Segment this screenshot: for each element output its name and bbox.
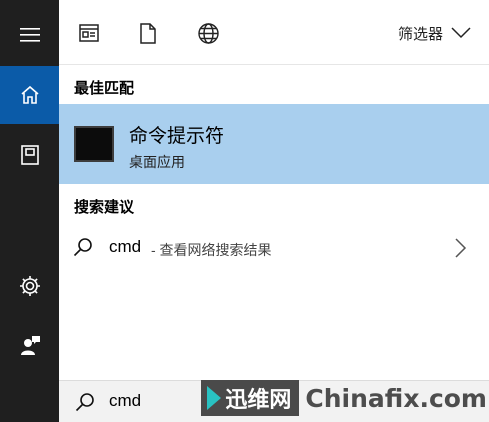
left-rail [0, 0, 59, 422]
apps-scope-button[interactable] [76, 20, 102, 46]
web-globe-icon [197, 22, 219, 44]
watermark-site: Chinafix.com [305, 383, 487, 413]
notebook-icon [20, 145, 39, 165]
apps-icon [79, 24, 99, 42]
best-match-heading: 最佳匹配 [74, 80, 135, 97]
feedback-button[interactable] [0, 316, 59, 374]
suggestion-hint: - 查看网络搜索结果 [151, 242, 272, 258]
gear-icon [19, 276, 40, 296]
documents-scope-button[interactable] [135, 20, 161, 46]
search-icon [73, 238, 92, 257]
best-match-result[interactable]: 命令提示符 桌面应用 [59, 104, 489, 184]
suggestion-term: cmd [109, 237, 142, 256]
watermark: 迅维网 Chinafix.com [201, 378, 487, 418]
suggestions-heading: 搜索建议 [74, 199, 135, 216]
best-match-title: 命令提示符 [129, 126, 225, 147]
watermark-arrow-icon [207, 386, 222, 410]
filter-dropdown[interactable]: 筛选器 [398, 20, 471, 46]
watermark-brand: 迅维网 [225, 388, 292, 413]
document-icon [140, 22, 156, 44]
command-prompt-icon [74, 126, 114, 162]
scope-toolbar: 筛选器 [59, 0, 489, 65]
watermark-badge: 迅维网 [201, 380, 300, 416]
notebook-button[interactable] [0, 126, 59, 184]
chevron-right-icon[interactable] [455, 238, 467, 258]
settings-button[interactable] [0, 257, 59, 315]
chevron-down-icon [451, 27, 471, 39]
home-icon [20, 85, 39, 104]
search-icon [75, 393, 94, 412]
results-pane: 筛选器 最佳匹配 命令提示符 桌面应用 搜索建议 cmd - 查看网络搜索结果 [59, 0, 489, 422]
filter-label: 筛选器 [397, 25, 443, 43]
feedback-person-icon [20, 336, 40, 355]
menu-button[interactable] [0, 6, 59, 64]
start-search-window: 筛选器 最佳匹配 命令提示符 桌面应用 搜索建议 cmd - 查看网络搜索结果 [0, 0, 489, 422]
home-button[interactable] [0, 66, 59, 124]
search-input[interactable]: cmd [109, 391, 141, 411]
web-scope-button[interactable] [195, 20, 221, 46]
best-match-subtitle: 桌面应用 [129, 154, 185, 170]
suggestion-item[interactable]: cmd - 查看网络搜索结果 [59, 227, 489, 271]
hamburger-icon [19, 28, 40, 42]
